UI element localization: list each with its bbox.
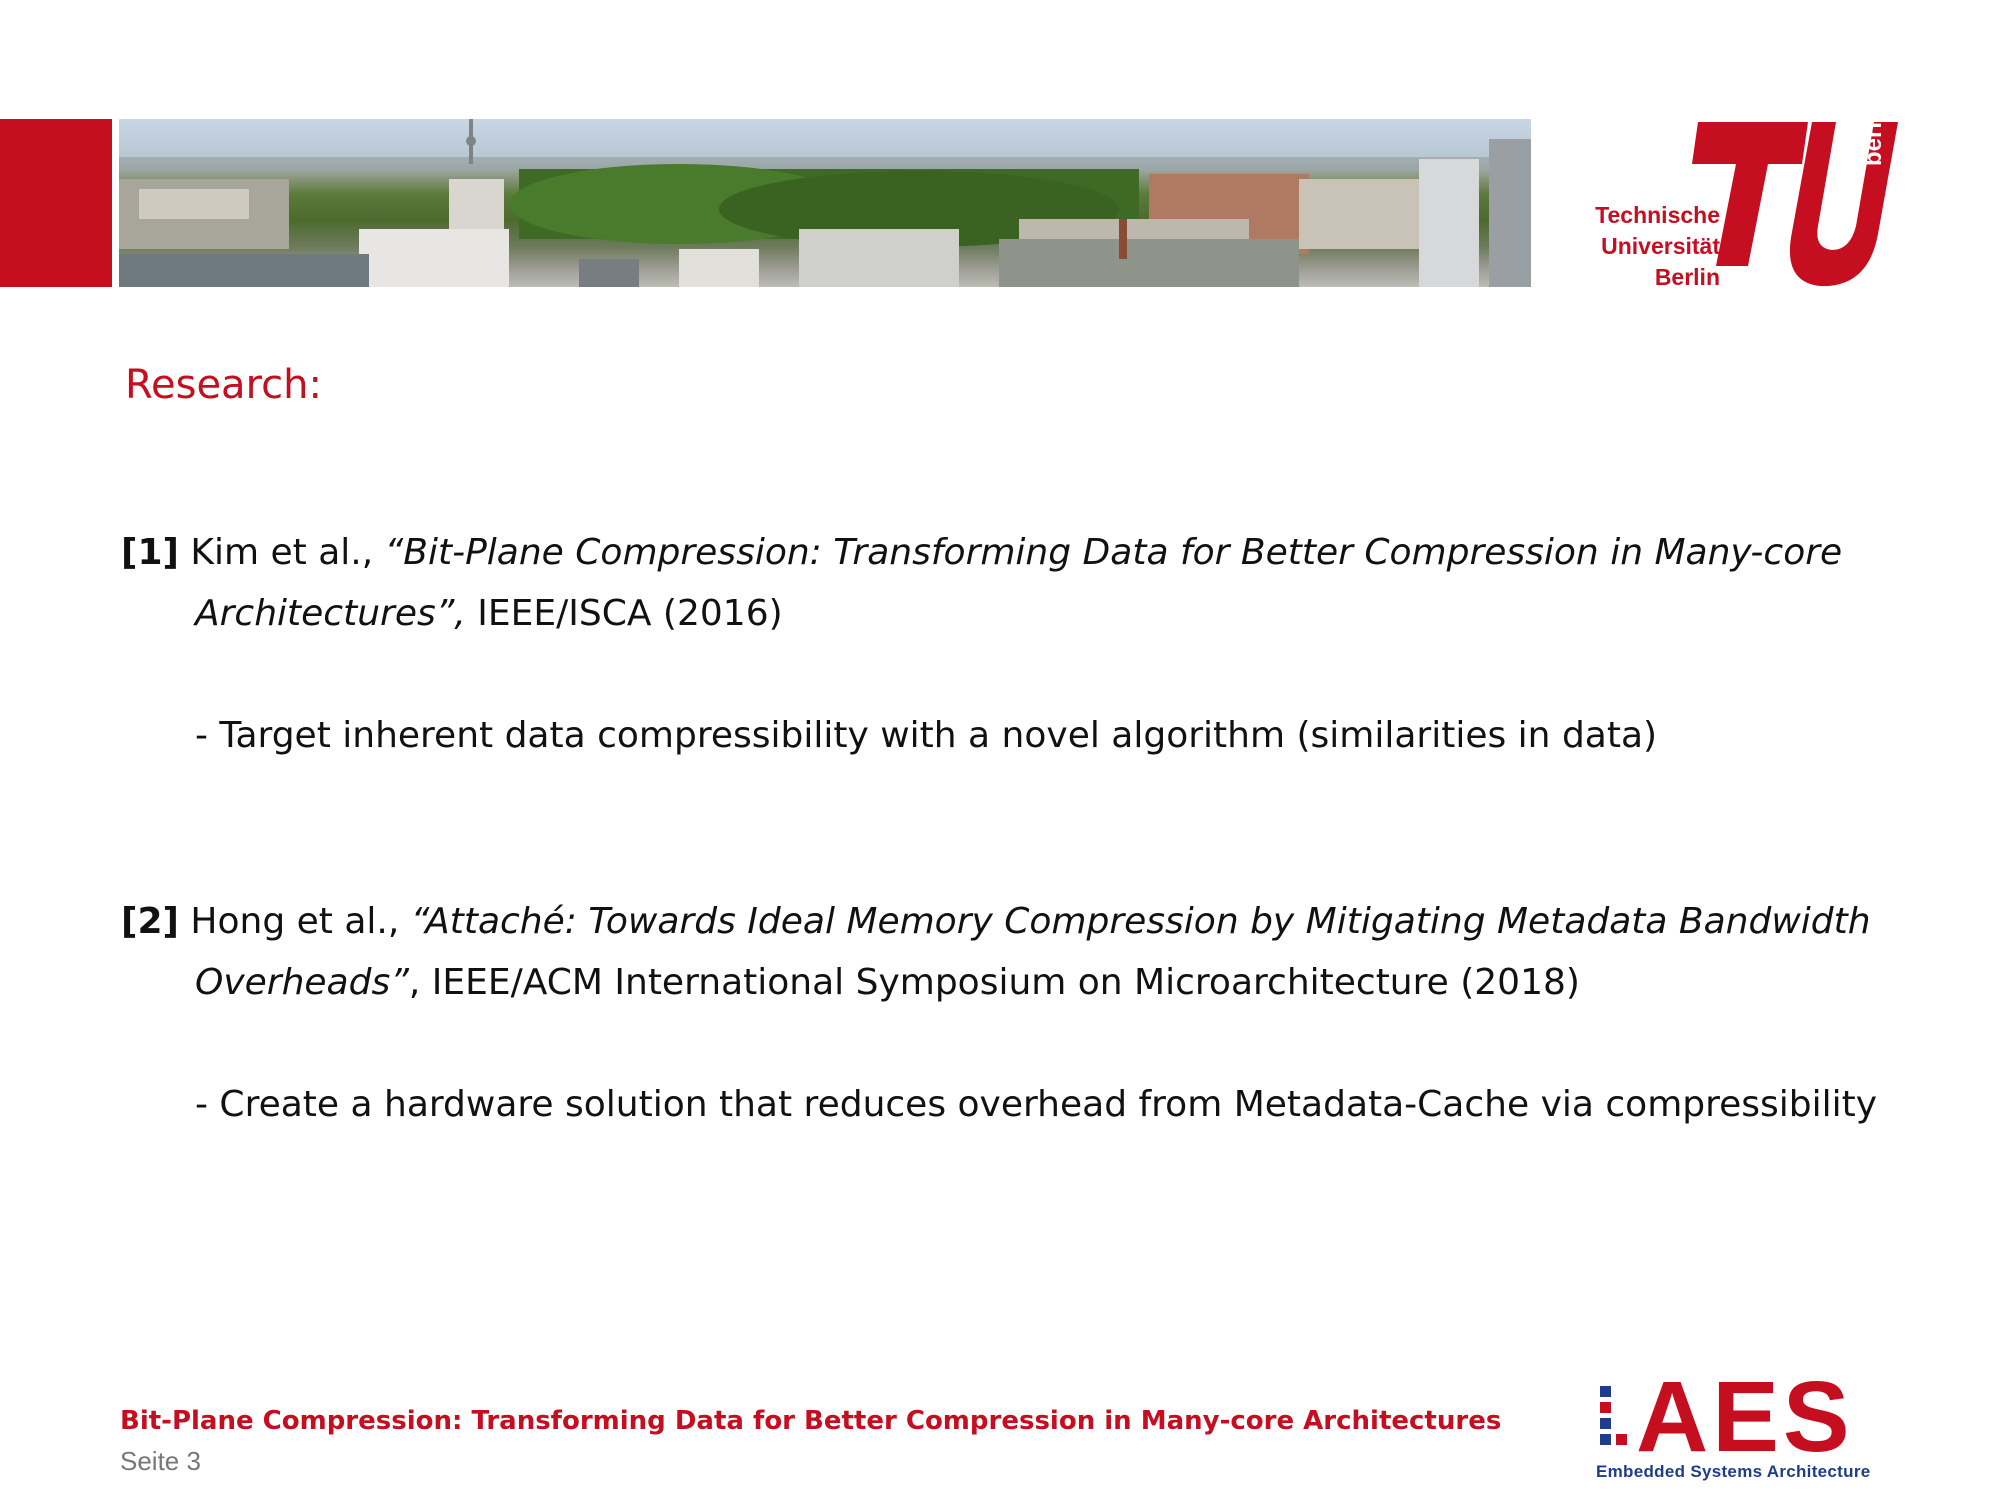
- reference-authors: Hong et al.,: [178, 901, 411, 942]
- reference-number: [1]: [121, 532, 179, 573]
- aes-square: [1600, 1402, 1611, 1413]
- reference-2-bullet: - Create a hardware solution that reduce…: [195, 1084, 1878, 1125]
- berlin-panorama-image: [119, 119, 1531, 287]
- aes-square: [1600, 1386, 1611, 1397]
- reference-2: [2] Hong et al., “Attaché: Towards Ideal…: [121, 891, 1871, 1013]
- reference-venue: , IEEE/ACM International Symposium on Mi…: [408, 962, 1580, 1003]
- city-skyline-illustration: [119, 119, 1531, 287]
- aes-logo-word: AES: [1636, 1361, 1854, 1473]
- aes-logo: AES Embedded Systems Architecture: [1596, 1361, 1916, 1488]
- aes-logo-subtitle: Embedded Systems Architecture: [1596, 1462, 1871, 1481]
- reference-title-continued: Architectures”,: [195, 593, 466, 634]
- reference-number: [2]: [121, 901, 179, 942]
- reference-title-continued: Overheads”: [195, 962, 409, 1003]
- tu-logo-line3: Berlin: [1654, 264, 1720, 290]
- reference-title: “Attaché: Towards Ideal Memory Compressi…: [410, 901, 1871, 942]
- reference-authors: Kim et al.,: [178, 532, 385, 573]
- aes-square: [1600, 1418, 1611, 1429]
- tu-logo-line2: Universität: [1601, 233, 1720, 259]
- aes-square: [1616, 1434, 1627, 1445]
- slide-heading: Research:: [125, 362, 322, 408]
- tu-logo-text: Technische Universität Berlin: [1595, 200, 1720, 293]
- header-red-bar: [0, 119, 112, 287]
- reference-venue: IEEE/ISCA (2016): [465, 593, 783, 634]
- footer-title: Bit-Plane Compression: Transforming Data…: [120, 1406, 1502, 1436]
- tu-logo-line1: Technische: [1595, 202, 1720, 228]
- tu-logo-vertical-text: berlin: [1860, 100, 1887, 166]
- reference-1-bullet: - Target inherent data compressibility w…: [195, 715, 1658, 756]
- reference-1: [1] Kim et al., “Bit-Plane Compression: …: [121, 522, 1842, 644]
- reference-title: “Bit-Plane Compression: Transforming Dat…: [384, 532, 1843, 573]
- page-number: Seite 3: [120, 1446, 201, 1476]
- aes-square: [1600, 1434, 1611, 1445]
